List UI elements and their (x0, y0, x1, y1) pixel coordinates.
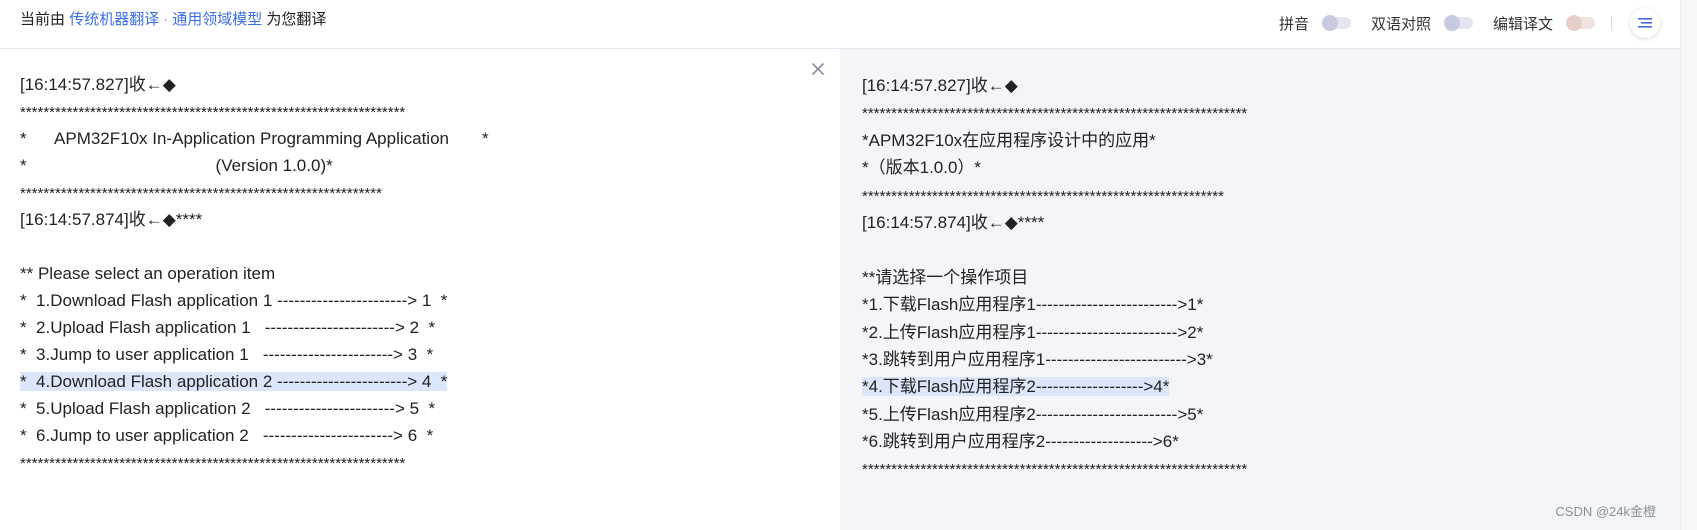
translation-line-text: *4.下载Flash应用程序2------------------->4* (862, 377, 1170, 397)
source-line-text: * 4.Download Flash application 2 -------… (20, 372, 448, 391)
model-link[interactable]: 通用领域模型 (172, 11, 262, 28)
translation-line: *5.上传Flash应用程序2-------------------------… (862, 401, 1247, 428)
translation-line: ****************************************… (862, 182, 1247, 209)
bilingual-toggle[interactable] (1443, 15, 1473, 31)
translation-line-text: ****************************************… (862, 105, 1248, 123)
source-text: [16:14:57.827]收←◆ ***********************… (20, 71, 489, 476)
translation-pane: [16:14:57.827]收←◆ ***********************… (840, 49, 1680, 530)
source-line: * 3.Jump to user application 1 ---------… (20, 341, 489, 368)
source-line: * 6.Jump to user application 2 ---------… (20, 422, 489, 449)
source-line: [16:14:57.874]收←◆**** (20, 206, 489, 233)
engine-separator: · (163, 11, 169, 28)
source-line-text: ** Please select an operation item (20, 264, 276, 283)
translation-line: *6.跳转到用户应用程序2------------------->6* (862, 428, 1247, 455)
source-line: * 1.Download Flash application 1 -------… (20, 287, 489, 314)
source-line: * 4.Download Flash application 2 -------… (20, 368, 489, 395)
source-line-text: [16:14:57.827]收←◆ (20, 75, 176, 94)
edit-translation-option: 编辑译文 (1493, 13, 1595, 34)
translation-line-text: ****************************************… (862, 461, 1248, 479)
translation-line-text: *5.上传Flash应用程序2-------------------------… (862, 404, 1204, 424)
translation-line: *4.下载Flash应用程序2------------------->4* (862, 373, 1247, 400)
pinyin-toggle[interactable] (1321, 15, 1351, 31)
source-line-text: ****************************************… (20, 104, 406, 121)
toggle-knob (1443, 15, 1460, 31)
translation-line-text: *APM32F10x在应用程序设计中的应用* (862, 130, 1156, 150)
scrollbar[interactable] (1680, 0, 1697, 530)
source-line: ****************************************… (20, 179, 489, 206)
translation-line: *APM32F10x在应用程序设计中的应用* (862, 127, 1247, 154)
translation-line-text: *1.下载Flash应用程序1-------------------------… (862, 295, 1204, 315)
toggle-knob (1321, 15, 1338, 31)
list-menu-icon (1638, 17, 1652, 29)
translation-toolbar: 当前由 传统机器翻译 · 通用领域模型 为您翻译 拼音 双语对照 编辑译文 (0, 0, 1680, 49)
translation-line-text (862, 240, 867, 259)
translation-line-text: ****************************************… (862, 187, 1224, 205)
source-line: * APM32F10x In-Application Programming A… (20, 125, 489, 152)
source-line-text: * 1.Download Flash application 1 -------… (20, 291, 448, 310)
source-text-pane[interactable]: [16:14:57.827]收←◆ ***********************… (0, 49, 840, 530)
source-line-text: * 2.Upload Flash application 1 ---------… (20, 318, 436, 337)
translation-line-text: *3.跳转到用户应用程序1------------------------->3… (862, 349, 1213, 369)
engine-info: 当前由 传统机器翻译 · 通用领域模型 为您翻译 (20, 10, 326, 30)
translation-line: *1.下载Flash应用程序1-------------------------… (862, 291, 1247, 318)
translation-line: *2.上传Flash应用程序1-------------------------… (862, 319, 1247, 346)
translation-line-text: *6.跳转到用户应用程序2------------------->6* (862, 432, 1179, 452)
source-line-text: * 3.Jump to user application 1 ---------… (20, 345, 434, 364)
watermark: CSDN @24k金橙 (1555, 504, 1656, 519)
source-line: * 2.Upload Flash application 1 ---------… (20, 314, 489, 341)
translation-line: ****************************************… (862, 99, 1247, 126)
translation-line: **请选择一个操作项目 (862, 264, 1247, 291)
translation-line (862, 236, 1247, 263)
translation-line: *（版本1.0.0）* (862, 154, 1247, 181)
close-button[interactable] (808, 61, 828, 81)
toggle-knob (1566, 15, 1582, 31)
source-line: ** Please select an operation item (20, 260, 489, 287)
source-line: ****************************************… (20, 449, 489, 476)
toolbar-options: 拼音 双语对照 编辑译文 (1279, 8, 1660, 38)
bilingual-label: 双语对照 (1370, 15, 1431, 33)
translation-line-text: *（版本1.0.0）* (862, 158, 982, 178)
source-line: * 5.Upload Flash application 2 ---------… (20, 395, 489, 422)
engine-link[interactable]: 传统机器翻译 (69, 11, 159, 28)
engine-prefix: 当前由 (20, 11, 66, 28)
source-line: [16:14:57.827]收←◆ (20, 71, 489, 98)
source-line (20, 233, 489, 260)
translation-line: *3.跳转到用户应用程序1------------------------->3… (862, 346, 1247, 373)
source-line: ****************************************… (20, 98, 489, 125)
source-line-text (20, 237, 25, 256)
translation-line: [16:14:57.827]收←◆ (862, 72, 1247, 99)
bilingual-option: 双语对照 (1371, 13, 1473, 34)
toolbar-divider (1611, 16, 1612, 30)
source-line-text: * (Version 1.0.0)* (20, 156, 333, 175)
close-icon (811, 62, 825, 81)
edit-translation-label: 编辑译文 (1492, 15, 1553, 33)
translation-line-text: *2.上传Flash应用程序1-------------------------… (862, 322, 1204, 342)
translation-line-text: [16:14:57.827]收←◆ (862, 76, 1018, 95)
source-line-text: ****************************************… (20, 185, 382, 202)
menu-button[interactable] (1630, 8, 1660, 38)
engine-suffix: 为您翻译 (266, 11, 327, 28)
source-line-text: * 6.Jump to user application 2 ---------… (20, 426, 434, 445)
pinyin-label: 拼音 (1278, 15, 1309, 33)
translation-line: ****************************************… (862, 455, 1247, 482)
source-line: * (Version 1.0.0)* (20, 152, 489, 179)
source-line-text: [16:14:57.874]收←◆**** (20, 210, 203, 229)
translated-text: [16:14:57.827]收←◆ ***********************… (862, 72, 1247, 483)
pinyin-option: 拼音 (1279, 13, 1351, 34)
translation-line: [16:14:57.874]收←◆**** (862, 209, 1247, 236)
source-line-text: * 5.Upload Flash application 2 ---------… (20, 399, 436, 418)
translation-line-text: [16:14:57.874]收←◆**** (862, 212, 1045, 232)
source-line-text: ****************************************… (20, 455, 406, 472)
source-line-text: * APM32F10x In-Application Programming A… (20, 129, 489, 148)
edit-translation-toggle[interactable] (1566, 15, 1595, 31)
translation-line-text: **请选择一个操作项目 (862, 267, 1029, 287)
